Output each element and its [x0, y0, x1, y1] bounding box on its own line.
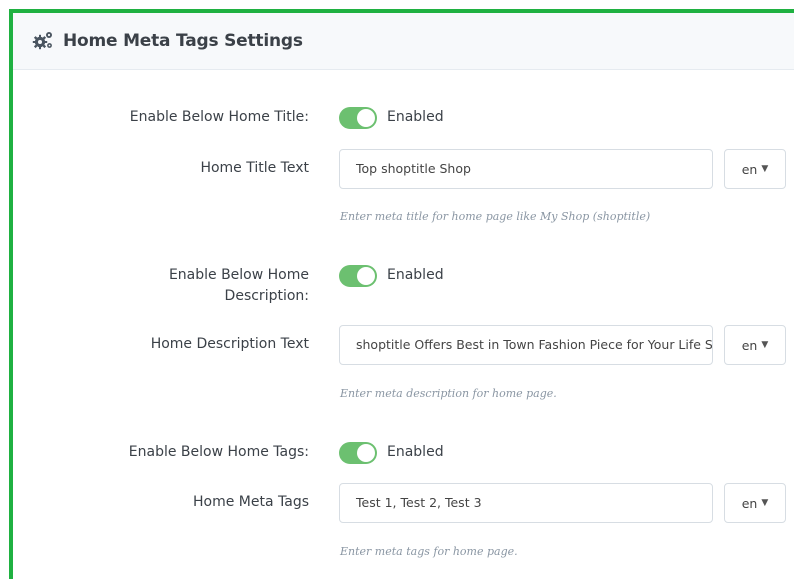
desc-text-input[interactable]: shoptitle Offers Best in Town Fashion Pi…: [339, 325, 713, 365]
tags-lang-dropdown[interactable]: en ▼: [724, 483, 786, 523]
title-toggle-state: Enabled: [387, 109, 444, 125]
desc-toggle-label-line2: Description:: [224, 288, 309, 304]
lang-value: en: [741, 495, 758, 511]
title-text-label: Home Title Text: [200, 160, 309, 176]
tags-enable-toggle[interactable]: [339, 442, 377, 464]
desc-lang-dropdown[interactable]: en ▼: [724, 325, 786, 365]
desc-toggle-label: Enable Below Home Description:: [169, 265, 309, 307]
title-text-input[interactable]: Top shoptitle Shop: [339, 149, 713, 189]
title-enable-toggle[interactable]: [339, 107, 377, 129]
page-title: Home Meta Tags Settings: [63, 31, 303, 51]
lang-value: en: [741, 161, 758, 177]
gears-icon: [32, 32, 52, 50]
toggle-knob: [357, 267, 375, 285]
tags-toggle-state: Enabled: [387, 444, 444, 460]
tags-text-label: Home Meta Tags: [193, 494, 309, 510]
title-toggle-label: Enable Below Home Title:: [129, 109, 309, 125]
desc-enable-toggle[interactable]: [339, 265, 377, 287]
caret-down-icon: ▼: [761, 498, 769, 508]
panel-header: Home Meta Tags Settings: [13, 13, 794, 70]
title-lang-dropdown[interactable]: en ▼: [724, 149, 786, 189]
desc-toggle-state: Enabled: [387, 267, 444, 283]
caret-down-icon: ▼: [761, 340, 769, 350]
toggle-knob: [357, 444, 375, 462]
settings-panel: Home Meta Tags Settings Enable Below Hom…: [9, 9, 794, 579]
caret-down-icon: ▼: [761, 164, 769, 174]
title-help-text: Enter meta title for home page like My S…: [340, 210, 651, 223]
desc-text-label: Home Description Text: [150, 336, 309, 352]
tags-help-text: Enter meta tags for home page.: [340, 545, 518, 558]
desc-toggle-label-line1: Enable Below Home: [168, 267, 309, 283]
toggle-knob: [357, 109, 375, 127]
tags-toggle-label: Enable Below Home Tags:: [128, 444, 309, 460]
lang-value: en: [741, 337, 758, 353]
desc-help-text: Enter meta description for home page.: [340, 387, 557, 400]
tags-text-input[interactable]: Test 1, Test 2, Test 3: [339, 483, 713, 523]
